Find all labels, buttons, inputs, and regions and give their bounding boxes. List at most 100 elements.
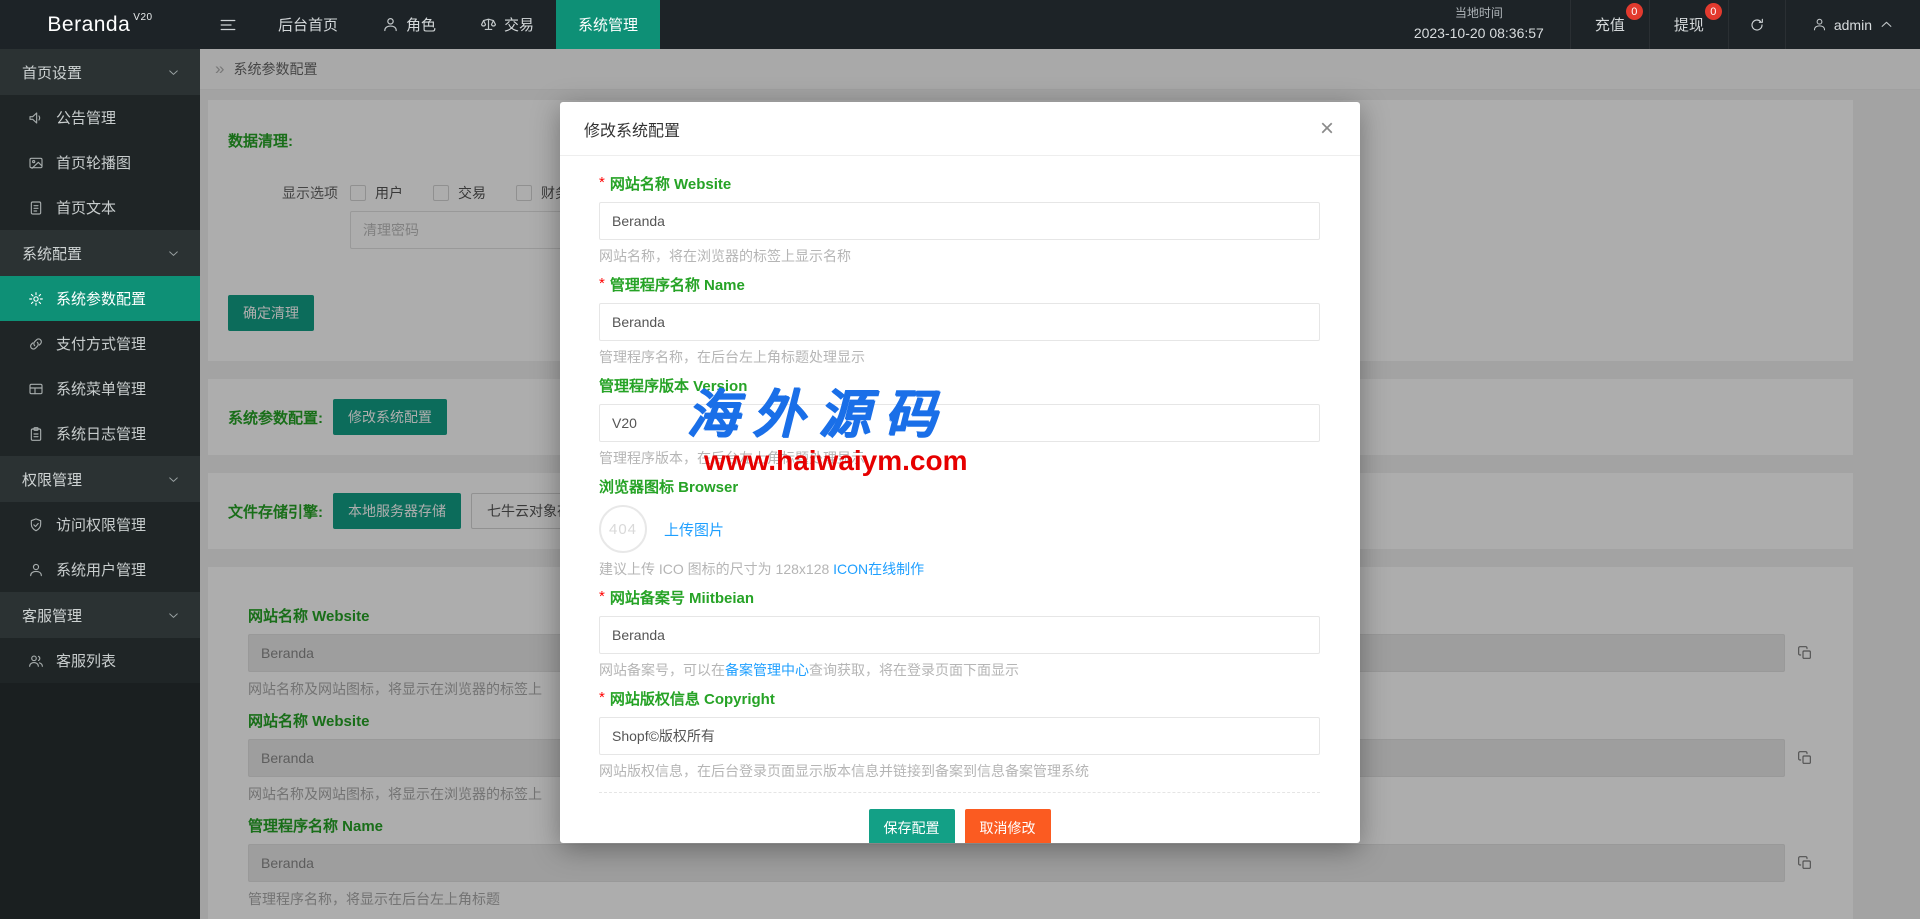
chevron-down-icon (167, 473, 180, 486)
modal-field-label: 管理程序版本 Version (599, 378, 1320, 395)
modal-field-help: 网站备案号，可以在备案管理中心查询获取，将在登录页面下面显示 (599, 662, 1320, 678)
modal-field-3: 浏览器图标 Browser 404 上传图片建议上传 ICO 图标的尺寸为 128x… (599, 479, 1320, 577)
help-link[interactable]: ICON在线制作 (833, 561, 924, 577)
user-menu[interactable]: admin (1785, 0, 1920, 49)
favicon-placeholder: 404 (599, 505, 647, 553)
user-icon (28, 562, 44, 578)
sidebar-item-label: 访问权限管理 (56, 514, 146, 535)
users-icon (28, 653, 44, 669)
sidebar-item-13[interactable]: 客服列表 (0, 638, 200, 683)
hamburger-icon (219, 16, 237, 34)
sidebar-group-9[interactable]: 权限管理 (0, 456, 200, 502)
nav-item-0[interactable]: 后台首页 (256, 0, 360, 49)
required-asterisk: * (599, 588, 605, 605)
save-config-button[interactable]: 保存配置 (869, 809, 955, 843)
sidebar-item-10[interactable]: 访问权限管理 (0, 502, 200, 547)
sidebar-group-label: 客服管理 (22, 605, 82, 626)
layout-icon (28, 381, 44, 397)
modal-field-help: 建议上传 ICO 图标的尺寸为 128x128 ICON在线制作 (599, 561, 1320, 577)
withdraw-button[interactable]: 提现 0 (1649, 0, 1728, 49)
modal-field-help: 管理程序版本，在后台左上角标题处理显示 (599, 450, 1320, 466)
app-logo[interactable]: Beranda V20 (0, 0, 200, 49)
sidebar-item-3[interactable]: 首页文本 (0, 185, 200, 230)
modal-header: 修改系统配置 × (560, 102, 1360, 156)
link-icon (28, 336, 44, 352)
withdraw-label: 提现 (1674, 14, 1704, 35)
sidebar: 首页设置公告管理首页轮播图首页文本系统配置系统参数配置支付方式管理系统菜单管理系… (0, 49, 200, 919)
modal-field-5: *网站版权信息 Copyright网站版权信息，在后台登录页面显示版本信息并链接… (599, 691, 1320, 779)
cancel-button[interactable]: 取消修改 (965, 809, 1051, 843)
app-version: V20 (133, 12, 152, 23)
modal-body: *网站名称 Website 网站名称，将在浏览器的标签上显示名称 *管理程序名称 N… (560, 156, 1360, 779)
local-time: 当地时间 2023-10-20 08:36:57 (1388, 0, 1570, 49)
chevron-down-icon (167, 247, 180, 260)
modal-field-label: 浏览器图标 Browser (599, 479, 1320, 496)
time-label: 当地时间 (1455, 4, 1503, 23)
help-text: 网站版权信息，在后台登录页面显示版本信息并链接到备案到信息备案管理系统 (599, 763, 1089, 779)
refresh-button[interactable] (1728, 0, 1785, 49)
nav-item-label: 交易 (504, 14, 534, 35)
upload-image-link[interactable]: 上传图片 (664, 519, 724, 540)
top-navbar: Beranda V20 后台首页 角色 交易 系统管理 当地时间 2023-10-20… (0, 0, 1920, 49)
sidebar-item-label: 客服列表 (56, 650, 116, 671)
user-icon (1812, 17, 1827, 32)
modal-field-help: 管理程序名称，在后台左上角标题处理显示 (599, 349, 1320, 365)
modal-field-input[interactable] (599, 404, 1320, 442)
help-text: 建议上传 ICO 图标的尺寸为 128x128 (599, 561, 833, 577)
chevron-down-icon (167, 609, 180, 622)
sidebar-group-label: 首页设置 (22, 62, 82, 83)
modal-field-input[interactable] (599, 616, 1320, 654)
modal-field-1: *管理程序名称 Name管理程序名称，在后台左上角标题处理显示 (599, 277, 1320, 365)
modify-system-config-modal: 修改系统配置 × *网站名称 Website 网站名称，将在浏览器的标签上显示名称… (560, 102, 1360, 843)
modal-field-help: 网站名称，将在浏览器的标签上显示名称 (599, 248, 1320, 264)
close-icon[interactable]: × (1314, 115, 1340, 143)
withdraw-badge: 0 (1705, 3, 1722, 20)
help-link[interactable]: 备案管理中心 (725, 662, 809, 678)
sidebar-collapse-button[interactable] (200, 0, 256, 49)
sidebar-item-label: 系统菜单管理 (56, 378, 146, 399)
modal-field-input[interactable] (599, 202, 1320, 240)
sidebar-item-7[interactable]: 系统菜单管理 (0, 366, 200, 411)
nav-item-1[interactable]: 角色 (360, 0, 458, 49)
modal-field-0: *网站名称 Website 网站名称，将在浏览器的标签上显示名称 (599, 176, 1320, 264)
sidebar-group-4[interactable]: 系统配置 (0, 230, 200, 276)
sidebar-item-8[interactable]: 系统日志管理 (0, 411, 200, 456)
nav-item-label: 系统管理 (578, 14, 638, 35)
top-menu: 后台首页 角色 交易 系统管理 (256, 0, 660, 49)
sidebar-group-label: 系统配置 (22, 243, 82, 264)
nav-item-2[interactable]: 交易 (458, 0, 556, 49)
help-text: 查询获取，将在登录页面下面显示 (809, 662, 1019, 678)
chevron-up-icon (1879, 17, 1894, 32)
navbar-right: 当地时间 2023-10-20 08:36:57 充值 0 提现 0 admin (1388, 0, 1920, 49)
help-text: 管理程序版本，在后台左上角标题处理显示 (599, 450, 865, 466)
sidebar-group-label: 权限管理 (22, 469, 82, 490)
sidebar-item-label: 系统用户管理 (56, 559, 146, 580)
speaker-icon (28, 110, 44, 126)
sidebar-item-2[interactable]: 首页轮播图 (0, 140, 200, 185)
sidebar-item-label: 首页文本 (56, 197, 116, 218)
recharge-badge: 0 (1626, 3, 1643, 20)
modal-field-label: *网站名称 Website (599, 176, 1320, 193)
sidebar-item-1[interactable]: 公告管理 (0, 95, 200, 140)
sidebar-item-11[interactable]: 系统用户管理 (0, 547, 200, 592)
sidebar-group-0[interactable]: 首页设置 (0, 49, 200, 95)
sidebar-item-label: 支付方式管理 (56, 333, 146, 354)
nav-item-3[interactable]: 系统管理 (556, 0, 660, 49)
modal-field-input[interactable] (599, 717, 1320, 755)
modal-field-4: *网站备案号 Miitbeian网站备案号，可以在备案管理中心查询获取，将在登录… (599, 590, 1320, 678)
required-asterisk: * (599, 174, 605, 191)
chevron-down-icon (167, 66, 180, 79)
username: admin (1834, 17, 1872, 33)
scales-icon (480, 16, 497, 33)
sidebar-item-6[interactable]: 支付方式管理 (0, 321, 200, 366)
recharge-button[interactable]: 充值 0 (1570, 0, 1649, 49)
nav-item-label: 角色 (406, 14, 436, 35)
nav-item-label: 后台首页 (278, 14, 338, 35)
modal-field-input[interactable] (599, 303, 1320, 341)
sidebar-item-5[interactable]: 系统参数配置 (0, 276, 200, 321)
sidebar-group-12[interactable]: 客服管理 (0, 592, 200, 638)
refresh-icon (1749, 17, 1765, 33)
modal-field-help: 网站版权信息，在后台登录页面显示版本信息并链接到备案到信息备案管理系统 (599, 763, 1320, 779)
recharge-label: 充值 (1595, 14, 1625, 35)
help-text: 网站备案号，可以在 (599, 662, 725, 678)
